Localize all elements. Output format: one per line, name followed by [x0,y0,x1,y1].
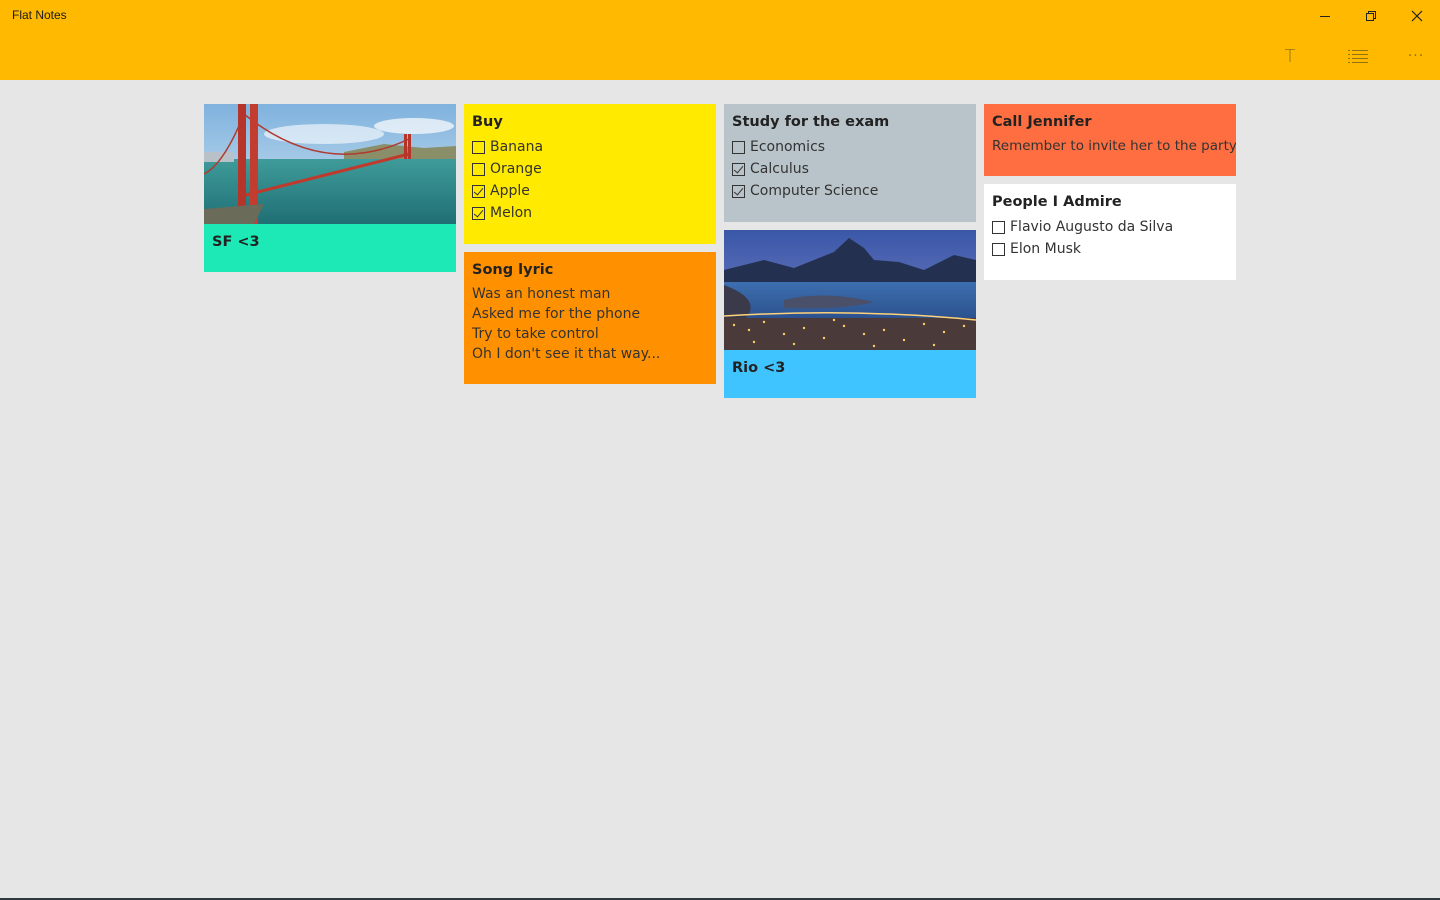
note-title: Buy [472,114,503,130]
checklist-item[interactable]: Apple [472,180,708,202]
note-title: SF <3 [212,234,260,250]
checkbox[interactable] [472,140,485,154]
note-line: Try to take control [472,326,599,342]
note-sf[interactable]: SF <3 [204,104,456,272]
checklist-item-label: Banana [490,139,544,155]
note-line: Oh I don't see it that way... [472,346,661,362]
checkbox-checked[interactable] [472,206,485,220]
checklist-item[interactable]: Calculus [732,158,968,180]
note-title: Study for the exam [732,114,890,130]
note-song-lyric[interactable]: Song lyric Was an honest man Asked me fo… [464,252,716,384]
checklist-item[interactable]: Flavio Augusto da Silva [992,216,1228,238]
text-icon: T [1284,45,1296,67]
note-buy[interactable]: Buy Banana Orange Apple Melon [464,104,716,244]
checklist-item-label: Calculus [750,161,809,177]
checklist-item-label: Apple [490,183,530,199]
restore-icon [1366,11,1376,21]
note-rio[interactable]: Rio <3 [724,230,976,398]
checklist-item-label: Elon Musk [1010,241,1081,257]
checklist-item[interactable]: Banana [472,136,708,158]
checkbox[interactable] [472,162,485,176]
more-icon: ··· [1407,48,1425,64]
checkbox-checked[interactable] [732,162,745,176]
checklist-item-label: Computer Science [750,183,879,199]
note-line: Was an honest man [472,286,611,302]
checkbox-checked[interactable] [732,184,745,198]
note-study[interactable]: Study for the exam Economics Calculus Co… [724,104,976,222]
checklist-item[interactable]: Computer Science [732,180,968,202]
golden-gate-bridge-image [204,104,456,224]
checklist-item[interactable]: Elon Musk [992,238,1228,260]
checklist-item[interactable]: Orange [472,158,708,180]
checkbox[interactable] [732,140,745,154]
checkbox[interactable] [992,242,1005,256]
note-title: Song lyric [472,262,554,278]
checklist-item-label: Melon [490,205,533,221]
rio-de-janeiro-image [724,230,976,350]
minimize-button[interactable] [1302,0,1348,32]
restore-button[interactable] [1348,0,1394,32]
note-text: Remember to invite her to the party [992,138,1236,154]
app-title: Flat Notes [12,8,67,22]
minimize-icon [1320,16,1330,17]
checklist-item[interactable]: Melon [472,202,708,224]
note-line: Asked me for the phone [472,306,641,322]
checkbox-checked[interactable] [472,184,485,198]
checklist-item[interactable]: Economics [732,136,968,158]
note-people-i-admire[interactable]: People I Admire Flavio Augusto da Silva … [984,184,1236,280]
close-button[interactable] [1394,0,1440,32]
new-list-note-button[interactable] [1338,40,1378,72]
note-title: Rio <3 [732,360,786,376]
more-options-button[interactable]: ··· [1396,40,1436,72]
close-icon [1411,10,1423,22]
checklist-item-label: Economics [750,139,826,155]
note-title: Call Jennifer [992,114,1092,130]
note-call-jennifer[interactable]: Call Jennifer Remember to invite her to … [984,104,1236,176]
checklist-item-label: Flavio Augusto da Silva [1010,219,1174,235]
checkbox[interactable] [992,220,1005,234]
note-title: People I Admire [992,194,1122,210]
title-bar: Flat Notes T ··· [0,0,1440,80]
checklist-item-label: Orange [490,161,542,177]
list-icon [1348,50,1368,63]
new-text-note-button[interactable]: T [1270,40,1310,72]
